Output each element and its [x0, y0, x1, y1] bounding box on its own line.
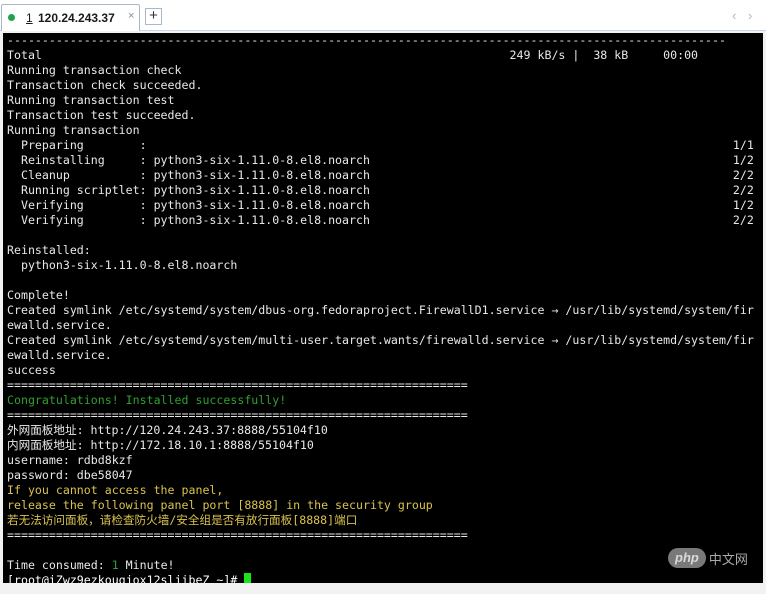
output-line: Preparing : 1/1 [7, 138, 754, 152]
time-unit: Minute! [118, 558, 175, 572]
output-line: Cleanup : python3-six-1.11.0-8.el8.noarc… [7, 168, 754, 182]
output-line: Reinstalled: [7, 243, 91, 257]
output-line: Verifying : python3-six-1.11.0-8.el8.noa… [7, 198, 754, 212]
output-line: Verifying : python3-six-1.11.0-8.el8.noa… [7, 213, 754, 227]
output-line: Transaction check succeeded. [7, 78, 203, 92]
php-logo: php [668, 548, 706, 568]
success-message: Congratulations! Installed successfully! [7, 393, 287, 407]
scroll-tabs-right-icon[interactable]: › [748, 8, 752, 23]
tab-bar: 1 120.24.243.37 × + ‹ › [0, 0, 766, 31]
time-consumed-line: Time consumed: 1 Minute! [7, 558, 175, 573]
time-value: 1 [111, 558, 119, 572]
output-line: Complete! [7, 288, 70, 302]
watermark-text: 中文网 [708, 551, 748, 567]
separator-line: ========================================… [7, 408, 468, 422]
close-tab-icon[interactable]: × [128, 10, 134, 22]
terminal[interactable]: ----------------------------------------… [3, 33, 763, 583]
username-line: username: rdbd8kzf [7, 453, 133, 467]
connection-status-icon [8, 14, 15, 21]
warning-line: release the following panel port [8888] … [7, 498, 433, 512]
output-line: ewalld.service. [7, 348, 112, 362]
new-tab-button[interactable]: + [145, 8, 162, 25]
cursor [244, 573, 252, 583]
output-line: Running scriptlet: python3-six-1.11.0-8.… [7, 183, 754, 197]
output-line: python3-six-1.11.0-8.el8.noarch [7, 258, 238, 272]
shell-prompt: [root@iZwz9ezkouqjox12sljibeZ ~]# [7, 573, 245, 583]
output-line: Created symlink /etc/systemd/system/dbus… [7, 303, 754, 317]
separator-line: ========================================… [7, 528, 468, 542]
output-line: success [7, 363, 56, 377]
password-line: password: dbe58047 [7, 468, 133, 482]
internal-panel-url: 内网面板地址: http://172.18.10.1:8888/55104f10 [7, 438, 314, 452]
output-line: Transaction test succeeded. [7, 108, 196, 122]
warning-line-cn: 若无法访问面板，请检查防火墙/安全组是否有放行面板[8888]端口 [7, 513, 358, 527]
output-line: Running transaction check [7, 63, 182, 77]
external-panel-url: 外网面板地址: http://120.24.243.37:8888/55104f… [7, 423, 328, 437]
output-line: Created symlink /etc/systemd/system/mult… [7, 333, 754, 347]
tab-number: 1 [26, 11, 33, 25]
output-line: Running transaction test [7, 93, 175, 107]
time-label: Time consumed: [7, 558, 112, 572]
warning-line: If you cannot access the panel, [7, 483, 224, 497]
separator-line: ========================================… [7, 378, 468, 392]
output-line: Total 249 kB/s | 38 kB 00:00 [7, 48, 699, 62]
scroll-tabs-left-icon[interactable]: ‹ [732, 8, 736, 23]
output-line: Running transaction [7, 123, 140, 137]
output-line: Reinstalling : python3-six-1.11.0-8.el8.… [7, 153, 754, 167]
session-tab[interactable]: 1 120.24.243.37 × [1, 4, 140, 31]
tab-host: 120.24.243.37 [38, 11, 115, 25]
output-line: ewalld.service. [7, 318, 112, 332]
shell-prompt-line[interactable]: [root@iZwz9ezkouqjox12sljibeZ ~]# [7, 573, 252, 583]
separator-line: ----------------------------------------… [7, 33, 726, 47]
php-watermark: php 中文网 [668, 548, 748, 570]
